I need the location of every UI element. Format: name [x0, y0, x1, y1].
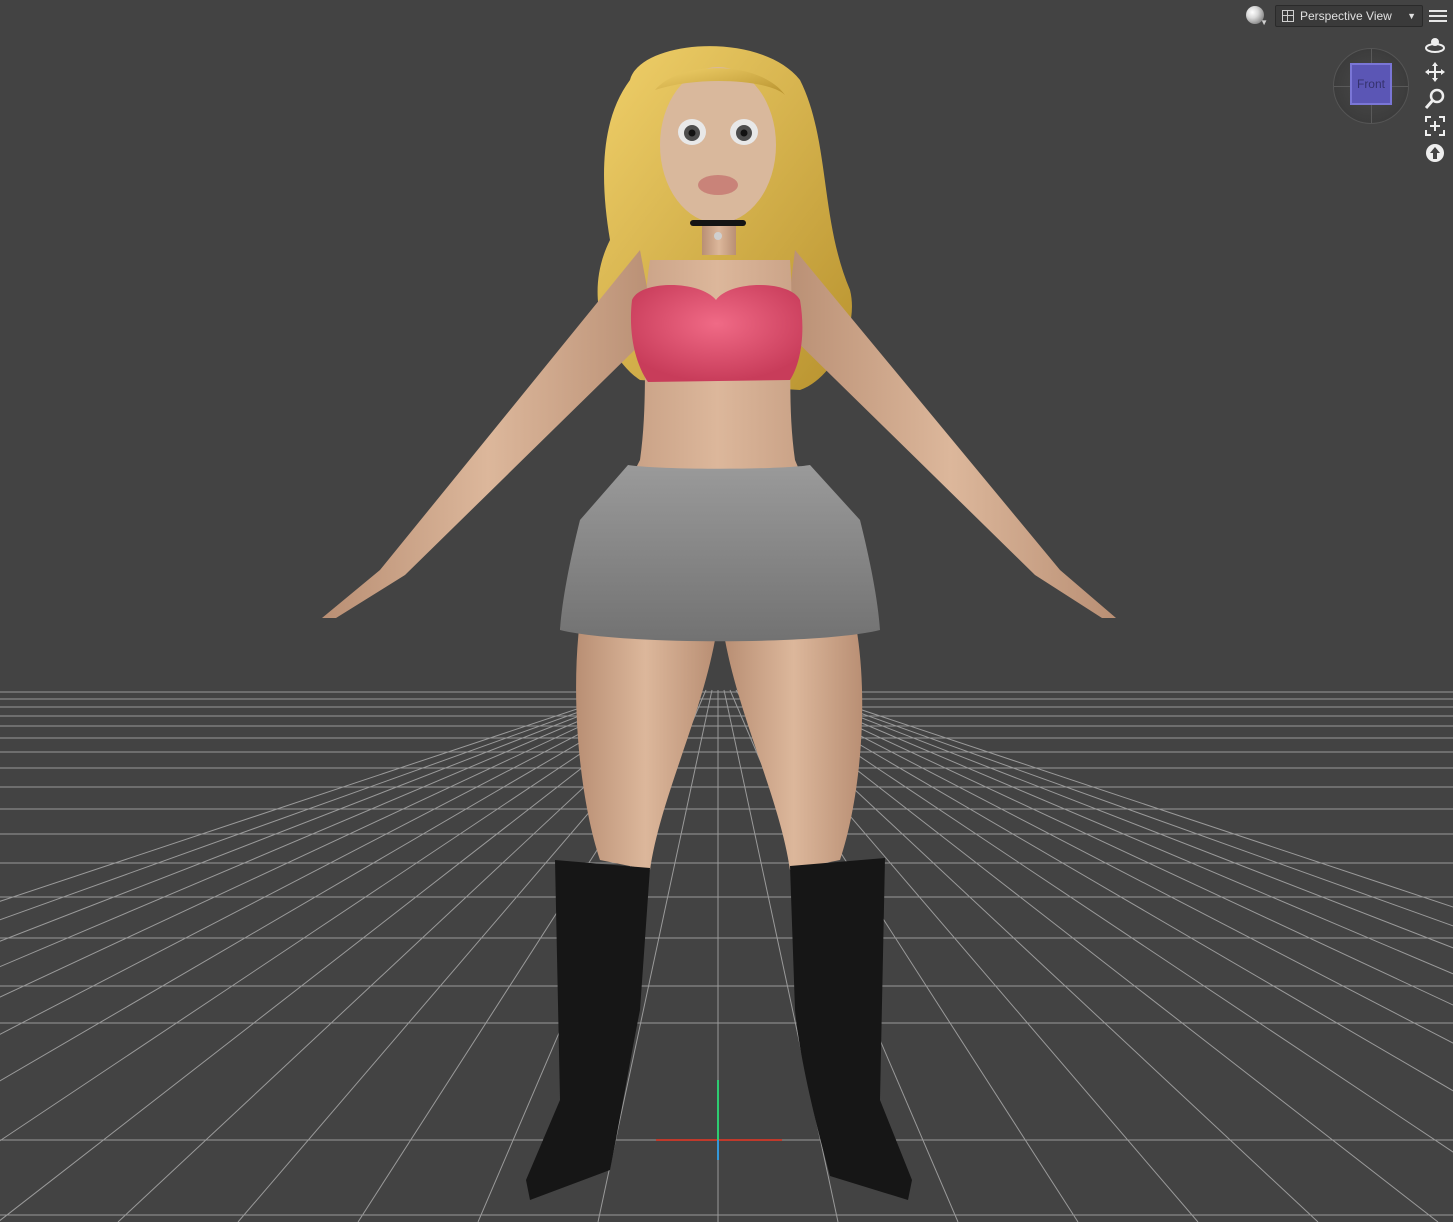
scene-canvas[interactable]	[0, 0, 1453, 1222]
cube-face-front[interactable]: Front	[1350, 63, 1392, 105]
hamburger-menu-icon[interactable]	[1429, 6, 1447, 26]
orbit-icon[interactable]	[1422, 32, 1448, 58]
view-selector[interactable]: Perspective View ▼	[1275, 5, 1423, 27]
figure-model[interactable]	[322, 46, 1116, 1200]
reset-view-icon[interactable]	[1422, 140, 1448, 166]
viewport-toolbar: ▼ Perspective View ▼	[1243, 3, 1447, 29]
grid-line	[801, 689, 1453, 908]
grid-line	[0, 689, 635, 902]
chevron-down-icon: ▼	[1260, 18, 1268, 27]
sphere-shading-icon[interactable]: ▼	[1243, 4, 1269, 28]
ground-grid	[0, 689, 1453, 1222]
3d-viewport[interactable]: ▼ Perspective View ▼ Front	[0, 0, 1453, 1222]
zoom-icon[interactable]	[1422, 86, 1448, 112]
viewport-layout-icon	[1282, 10, 1294, 22]
navigation-tools	[1422, 32, 1448, 167]
frame-icon[interactable]	[1422, 113, 1448, 139]
pan-icon[interactable]	[1422, 59, 1448, 85]
world-axes	[656, 1080, 782, 1160]
view-selector-label: Perspective View	[1300, 9, 1392, 23]
chevron-down-icon: ▼	[1407, 11, 1416, 21]
view-cube[interactable]: Front	[1333, 48, 1409, 124]
